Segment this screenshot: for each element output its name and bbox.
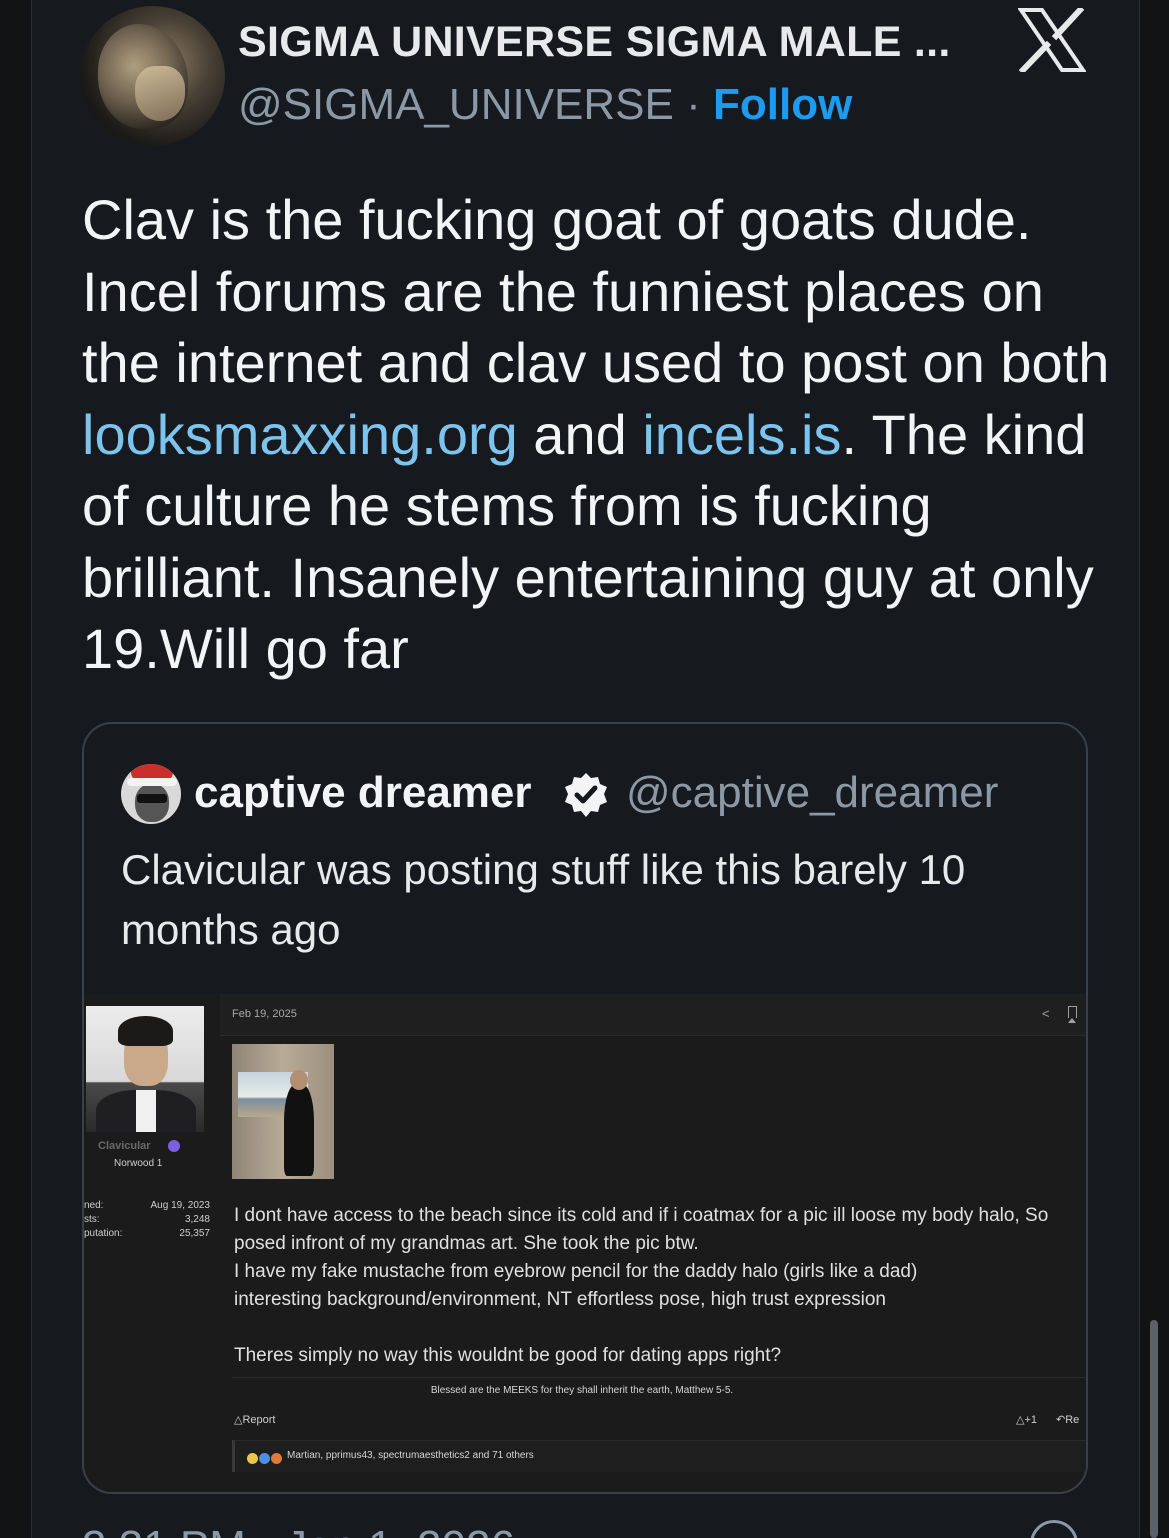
- fire-reaction-icon: [271, 1453, 282, 1464]
- tweet-text-part: and: [517, 402, 643, 466]
- like-reaction-icon: [259, 1453, 270, 1464]
- link-incels[interactable]: incels.is: [642, 403, 841, 466]
- signature-divider: [232, 1377, 1086, 1378]
- stat-label-posts: sts:: [84, 1214, 100, 1225]
- forum-post-header: [220, 994, 1086, 1036]
- stat-label-joined: ned:: [84, 1200, 104, 1211]
- forum-user-title: Norwood 1: [114, 1158, 163, 1169]
- tweet-timestamp[interactable]: 3:31 PM · Jan 1, 2026: [82, 1522, 515, 1538]
- stat-value-joined: Aug 19, 2023: [150, 1200, 211, 1211]
- x-logo-icon[interactable]: [1018, 8, 1086, 72]
- scrollbar[interactable]: [1150, 1320, 1158, 1538]
- reactions-bar: Martian, pprimus43, spectrumaesthetics2 …: [232, 1440, 1086, 1472]
- left-page-margin: [0, 0, 32, 1538]
- reply-label: Re: [1065, 1414, 1080, 1426]
- verified-badge-icon: [565, 773, 607, 817]
- author-name[interactable]: SIGMA UNIVERSE SIGMA MALE ...: [238, 18, 951, 67]
- quote-author-name[interactable]: captive dreamer: [194, 768, 532, 818]
- tweet-text: Clav is the fucking goat of goats dude. …: [82, 184, 1112, 685]
- person-head: [290, 1070, 308, 1090]
- quote-author-handle[interactable]: @captive_dreamer: [626, 768, 998, 818]
- forum-screenshot[interactable]: Feb 19, 2025 < Clavicular Norwood 1 ned:…: [84, 994, 1086, 1492]
- stat-value-posts: 3,248: [184, 1214, 210, 1225]
- forum-username: Clavicular: [98, 1140, 151, 1152]
- link-looksmaxxing[interactable]: looksmaxxing.org: [82, 403, 518, 466]
- quote-avatar[interactable]: [121, 764, 181, 824]
- report-label: Report: [242, 1414, 276, 1426]
- forum-post-date: Feb 19, 2025: [232, 1008, 297, 1020]
- hair: [118, 1016, 173, 1046]
- avatar-glasses: [137, 794, 167, 803]
- reaction-icons: [247, 1451, 287, 1464]
- forum-signature: Blessed are the MEEKS for they shall inh…: [430, 1385, 734, 1396]
- reply-button: ↶Re: [1056, 1414, 1080, 1426]
- person: [284, 1084, 314, 1176]
- report-link: △Report: [234, 1414, 276, 1426]
- forum-post-photo: [232, 1044, 334, 1179]
- like-button: △+1: [1016, 1414, 1038, 1426]
- like-label: +1: [1024, 1414, 1038, 1426]
- tweet-text-part: Clav is the fucking goat of goats dude. …: [82, 188, 1110, 394]
- follow-button[interactable]: Follow: [713, 80, 852, 129]
- author-handle[interactable]: @SIGMA_UNIVERSE: [238, 80, 674, 129]
- right-page-margin: [1139, 0, 1169, 1538]
- quote-text: Clavicular was posting stuff like this b…: [121, 846, 966, 953]
- handle-line: @SIGMA_UNIVERSE · Follow: [238, 80, 852, 130]
- author-avatar[interactable]: [80, 6, 225, 146]
- avatar-head: [135, 784, 169, 822]
- reactions-text: Martian, pprimus43, spectrumaesthetics2 …: [287, 1450, 534, 1461]
- stat-value-reputation: 25,357: [179, 1228, 210, 1239]
- share-icon: <: [1042, 1006, 1050, 1021]
- bookmark-icon: [1068, 1006, 1077, 1023]
- quote-tweet[interactable]: captive dreamer @captive_dreamer Clavicu…: [82, 722, 1088, 1494]
- user-badge-icon: [168, 1140, 180, 1152]
- santa-hat-trim: [127, 778, 177, 786]
- laugh-reaction-icon: [247, 1453, 258, 1464]
- lion-face: [135, 66, 185, 121]
- forum-user-avatar: [86, 1006, 204, 1132]
- separator-dot: ·: [673, 80, 713, 129]
- shirt: [136, 1090, 156, 1132]
- stat-label-reputation: putation:: [84, 1228, 123, 1239]
- forum-post-body: I dont have access to the beach since it…: [234, 1205, 1049, 1366]
